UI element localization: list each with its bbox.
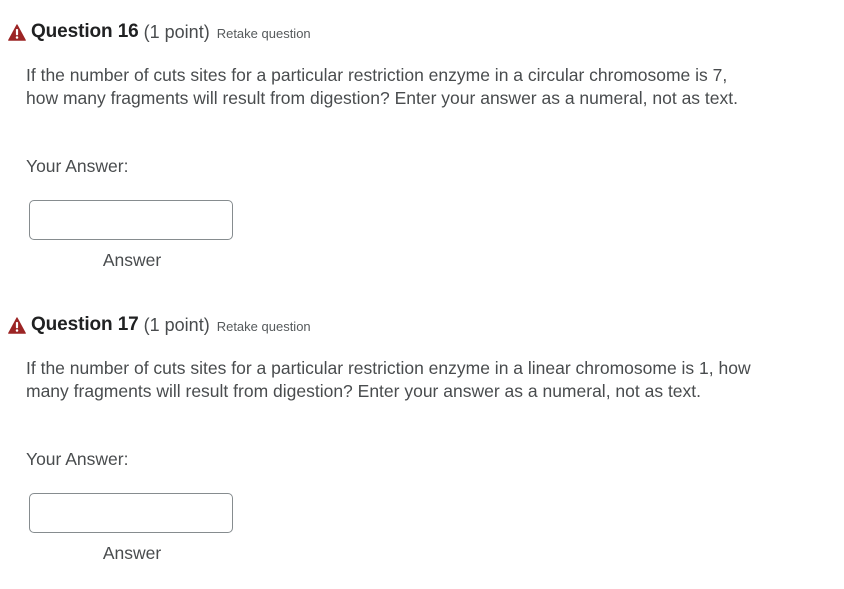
question-title: Question 16 [31, 21, 139, 42]
question-text: If the number of cuts sites for a partic… [26, 358, 751, 401]
question-title: Question 17 [31, 314, 139, 335]
answer-caption: Answer [102, 543, 162, 563]
question-points: (1 point) [143, 314, 210, 335]
retake-question-link[interactable]: Retake question [217, 26, 311, 41]
question-points: (1 point) [143, 21, 210, 42]
retake-question-link[interactable]: Retake question [217, 319, 311, 334]
your-answer-label: Your Answer: [26, 156, 129, 176]
warning-triangle-icon [8, 23, 26, 41]
question-header: Question 17 (1 point) Retake question [8, 313, 311, 337]
answer-input[interactable] [29, 200, 233, 240]
question-text: If the number of cuts sites for a partic… [26, 65, 738, 108]
question-header: Question 16 (1 point) Retake question [8, 20, 311, 44]
answer-input[interactable] [29, 493, 233, 533]
your-answer-label: Your Answer: [26, 449, 129, 469]
warning-triangle-icon [8, 316, 26, 334]
answer-caption: Answer [102, 250, 162, 270]
